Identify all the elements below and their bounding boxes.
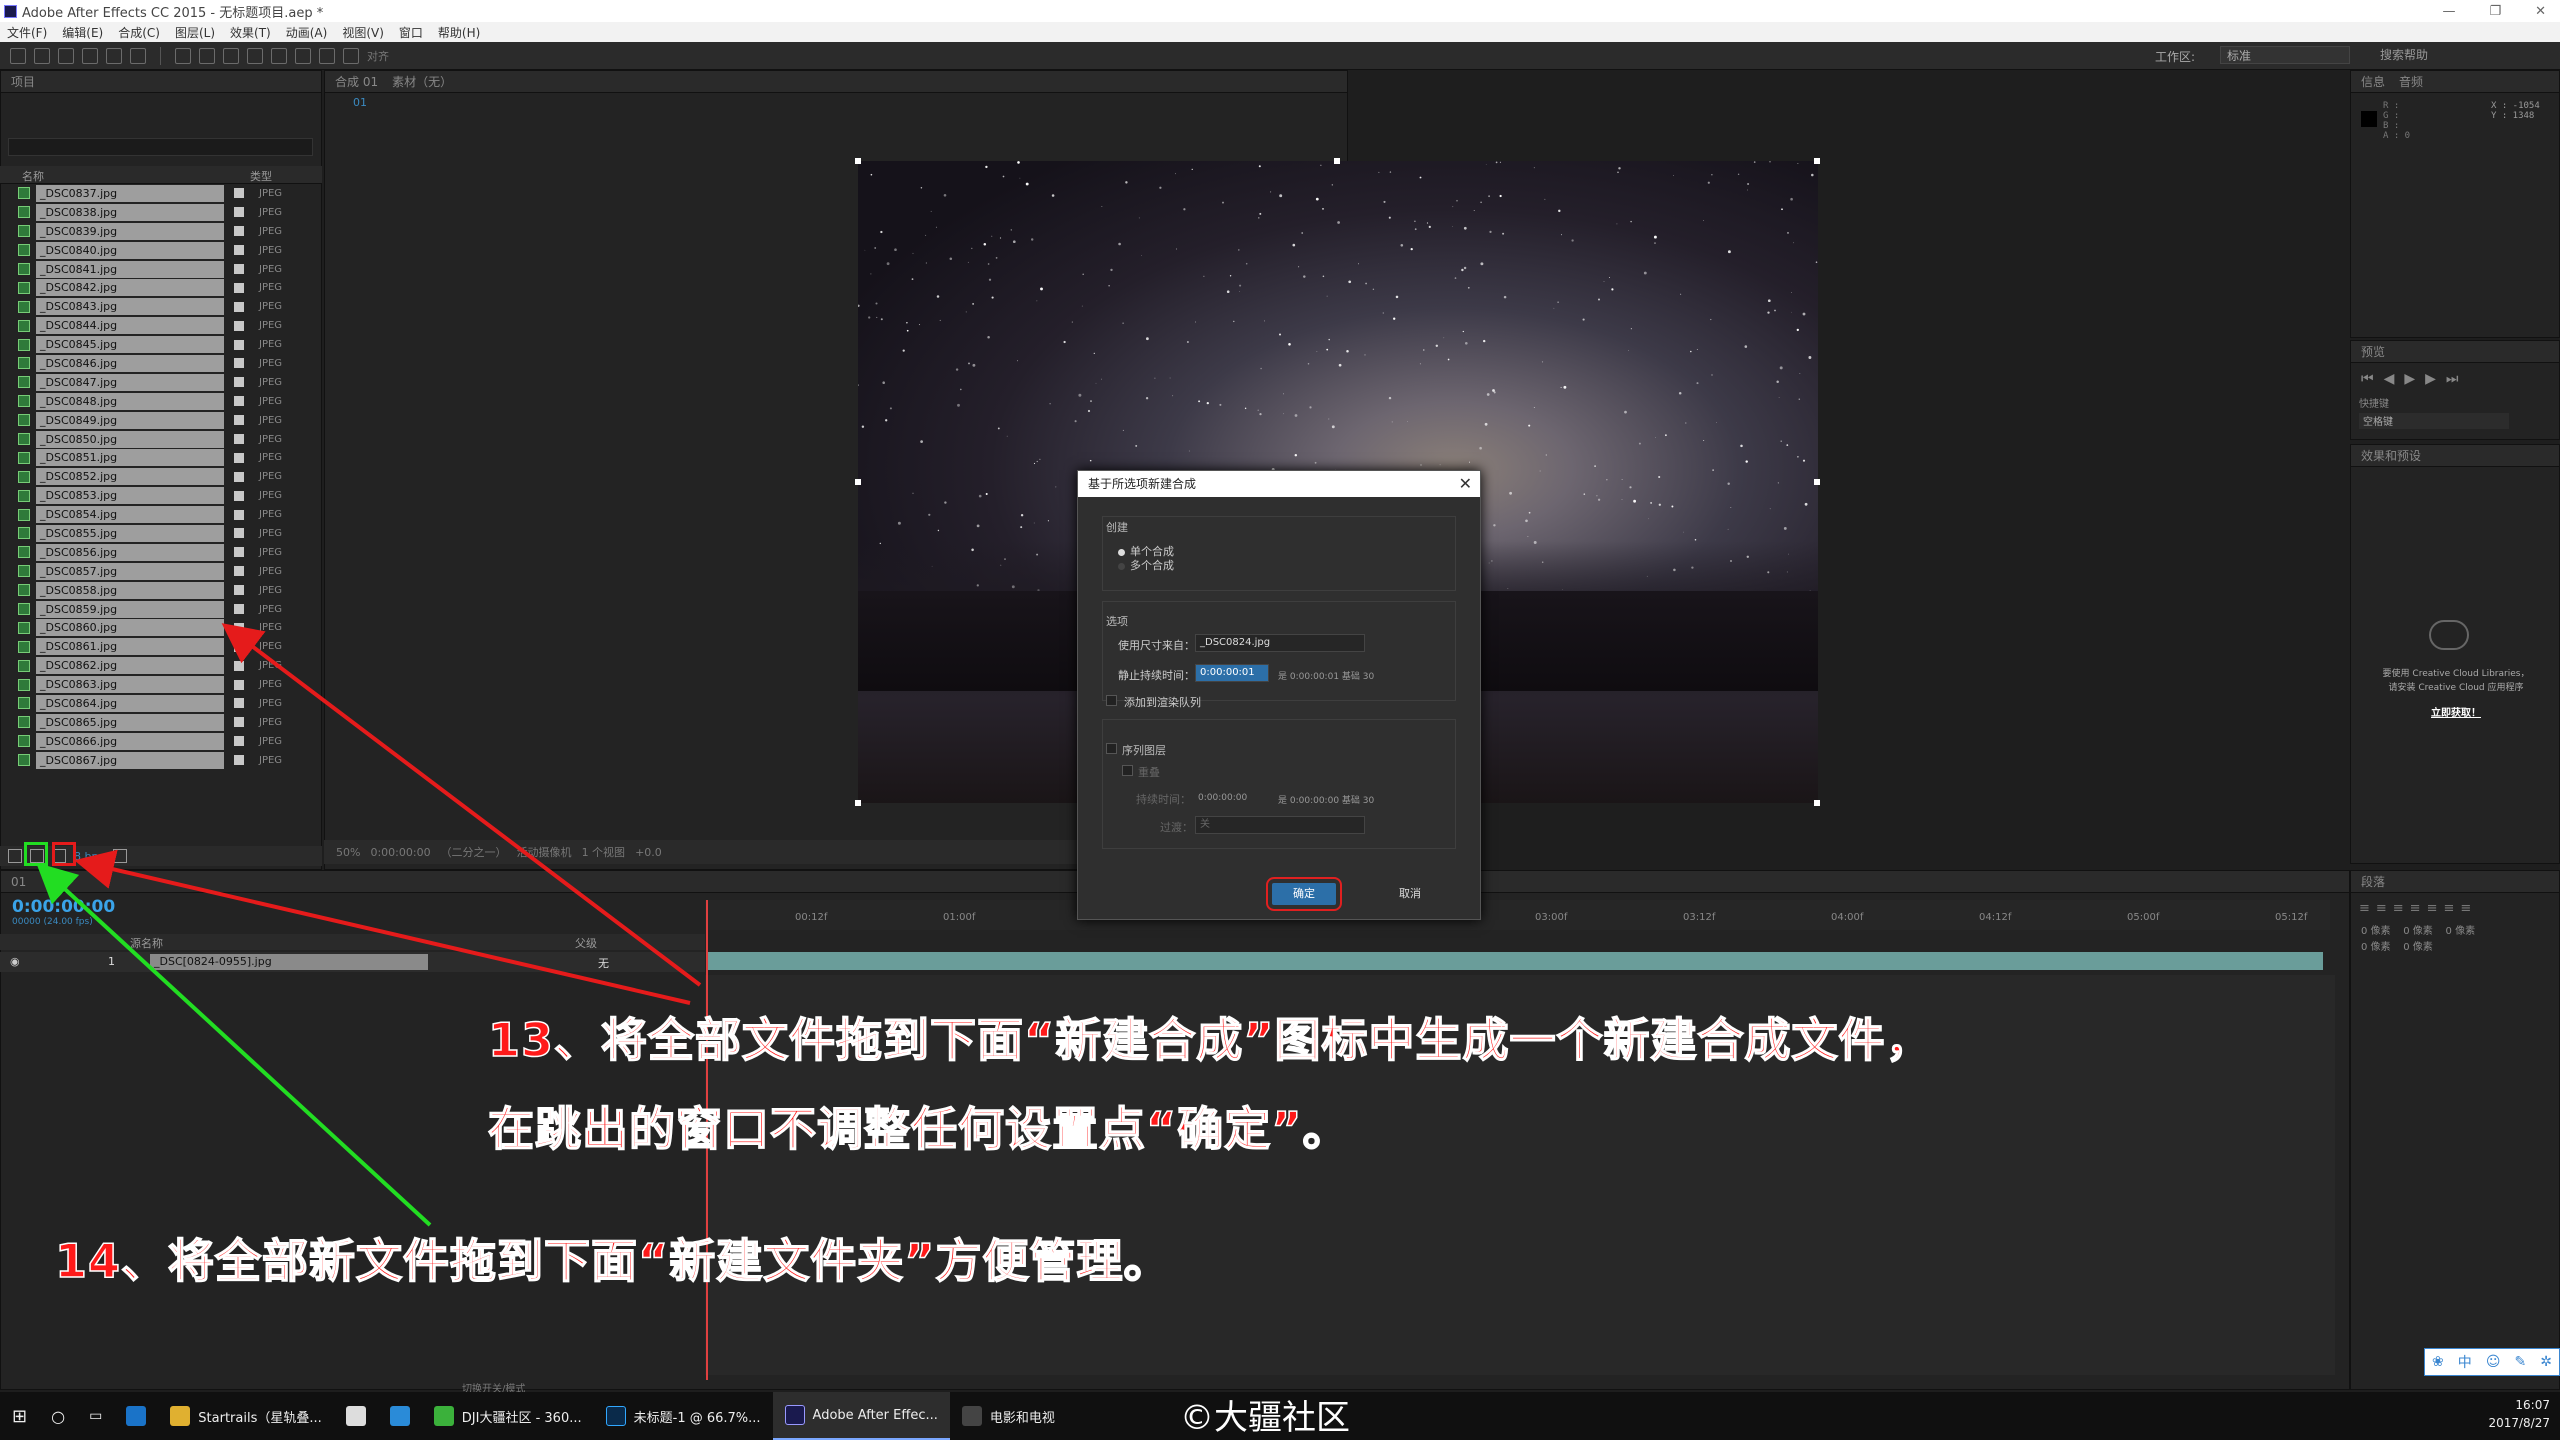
start-button[interactable]: ⊞: [0, 1392, 39, 1440]
system-tray[interactable]: 16:07 2017/8/27: [2488, 1396, 2550, 1432]
store-icon[interactable]: [334, 1392, 378, 1440]
gear-icon[interactable]: ✲: [2540, 1354, 2552, 1370]
clock-time[interactable]: 16:07: [2488, 1396, 2550, 1414]
ime-toolbar[interactable]: ❀ 中 ☺ ✎ ✲: [2424, 1348, 2560, 1376]
annotation-step14: 14、将全部新文件拖到下面“新建文件夹”方便管理。: [54, 1233, 1171, 1289]
ie-icon[interactable]: [378, 1392, 422, 1440]
taskbar-movies-tv[interactable]: 电影和电视: [950, 1392, 1067, 1440]
paw-icon[interactable]: ❀: [2432, 1354, 2444, 1370]
edge-icon[interactable]: [114, 1392, 158, 1440]
taskbar-browser-360[interactable]: DJI大疆社区 - 360...: [422, 1392, 594, 1440]
arrow-to-new-comp-icon: [74, 849, 691, 1005]
annotation-step13-line1: 13、将全部文件拖到下面“新建合成”图标中生成一个新建合成文件，: [487, 1012, 1933, 1068]
ime-mode[interactable]: 中: [2458, 1352, 2472, 1372]
taskbar-photoshop[interactable]: 未标题-1 @ 66.7%...: [594, 1392, 773, 1440]
search-icon[interactable]: ○: [39, 1392, 77, 1440]
annotation-step13-line2: 在跳出的窗口不调整任何设置点“确定”。: [487, 1101, 1350, 1157]
taskbar-startrails[interactable]: Startrails（星轨叠...: [158, 1392, 333, 1440]
clock-date[interactable]: 2017/8/27: [2488, 1414, 2550, 1432]
copyright-watermark: ©大疆社区: [1180, 1398, 1350, 1438]
arrow-to-new-folder-icon: [36, 862, 432, 1227]
arrow-files-to-new-comp: [221, 623, 702, 987]
smile-icon[interactable]: ☺: [2486, 1354, 2501, 1370]
taskbar-after-effects[interactable]: Adobe After Effec...: [772, 1392, 950, 1440]
pen-icon[interactable]: ✎: [2514, 1354, 2526, 1370]
annotation-arrows: [36, 623, 702, 1227]
task-view-icon[interactable]: ▭: [77, 1392, 114, 1440]
